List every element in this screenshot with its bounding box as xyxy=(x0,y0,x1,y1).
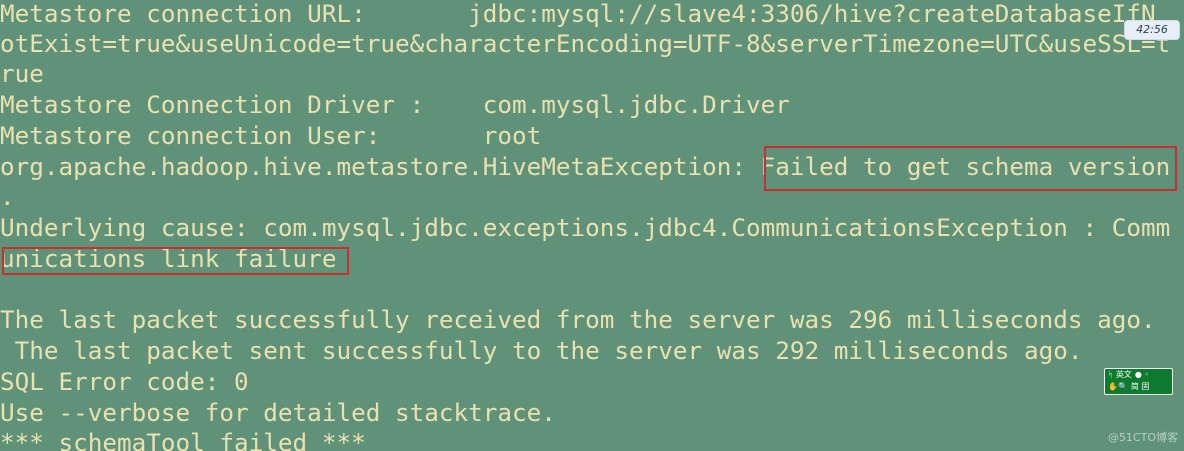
terminal-line-8: Underlying cause: com.mysql.jdbc.excepti… xyxy=(0,213,1171,242)
terminal-line-7: . xyxy=(0,182,15,211)
terminal-line-5: Metastore connection User: root xyxy=(0,121,542,150)
terminal-line-11: The last packet successfully received fr… xyxy=(0,305,1156,334)
input-method-widget[interactable]: ᛋ 英文 ● ◦ ✋🔍 简 固 xyxy=(1104,368,1173,395)
ime-settings-icon: ● ◦ xyxy=(1134,370,1150,379)
terminal-line-6: org.apache.hadoop.hive.metastore.HiveMet… xyxy=(0,152,1171,181)
clock-badge: 42:56 xyxy=(1124,20,1180,40)
terminal-line-1: Metastore connection URL: jdbc:mysql://s… xyxy=(0,0,1156,28)
ime-top-row: ᛋ 英文 ● ◦ xyxy=(1105,369,1172,381)
terminal-line-2: otExist=true&useUnicode=true&characterEn… xyxy=(0,29,1171,58)
ime-language-label: 英文 xyxy=(1115,370,1132,379)
ime-bottom-row: ✋🔍 简 固 xyxy=(1105,381,1172,393)
watermark: @51CTO博客 xyxy=(1107,431,1178,444)
terminal-line-12: The last packet sent successfully to the… xyxy=(0,336,1083,365)
ime-tools-icon: ✋🔍 xyxy=(1108,382,1128,391)
terminal-line-13: SQL Error code: 0 xyxy=(0,367,249,396)
terminal-line-9: unications link failure xyxy=(0,244,337,273)
ime-pin-icon: ᛋ xyxy=(1108,370,1113,379)
terminal-output[interactable]: Metastore connection URL: jdbc:mysql://s… xyxy=(0,0,1184,451)
terminal-line-3: rue xyxy=(0,59,44,88)
terminal-line-15: *** schemaTool failed *** xyxy=(0,428,366,451)
terminal-line-14: Use --verbose for detailed stacktrace. xyxy=(0,398,556,427)
terminal-line-4: Metastore Connection Driver : com.mysql.… xyxy=(0,90,790,119)
ime-mode-label: 简 固 xyxy=(1130,382,1150,391)
